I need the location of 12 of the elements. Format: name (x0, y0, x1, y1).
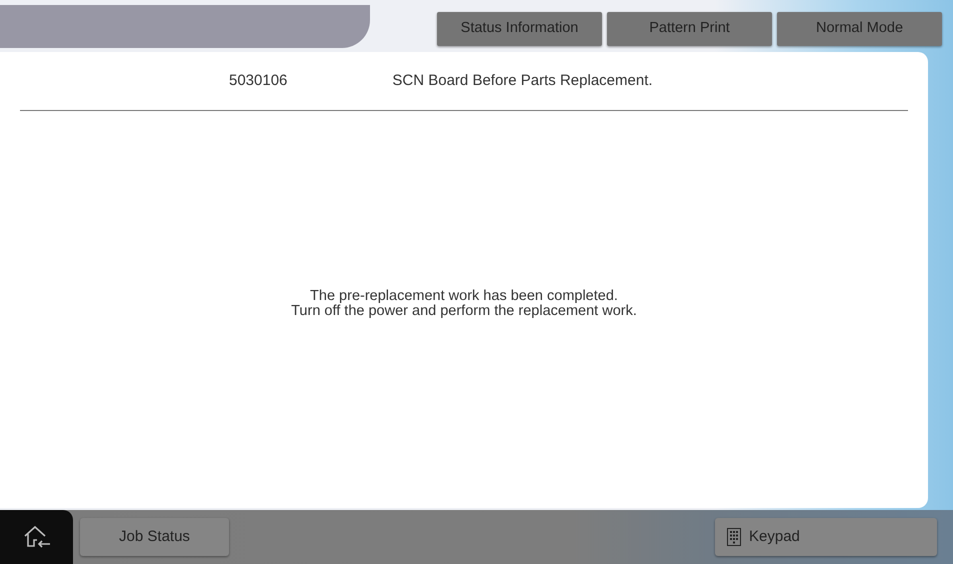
keypad-button[interactable]: Keypad (715, 518, 937, 556)
message-line: Turn off the power and perform the replacement work. (291, 304, 637, 318)
panel-title: SCN Board Before Parts Replacement. (392, 70, 653, 91)
header-button[interactable]: Pattern Print (607, 12, 772, 46)
message-line: The pre-replacement work has been completed. (310, 288, 618, 304)
job-status-button[interactable]: Job Status (80, 518, 229, 556)
keypad-icon (727, 528, 741, 546)
home-button[interactable] (0, 510, 73, 564)
header-button[interactable]: Status Information (437, 12, 602, 46)
error-code: 5030106 (229, 70, 288, 91)
home-icon (22, 524, 52, 550)
header-button[interactable]: Normal Mode (777, 12, 942, 46)
